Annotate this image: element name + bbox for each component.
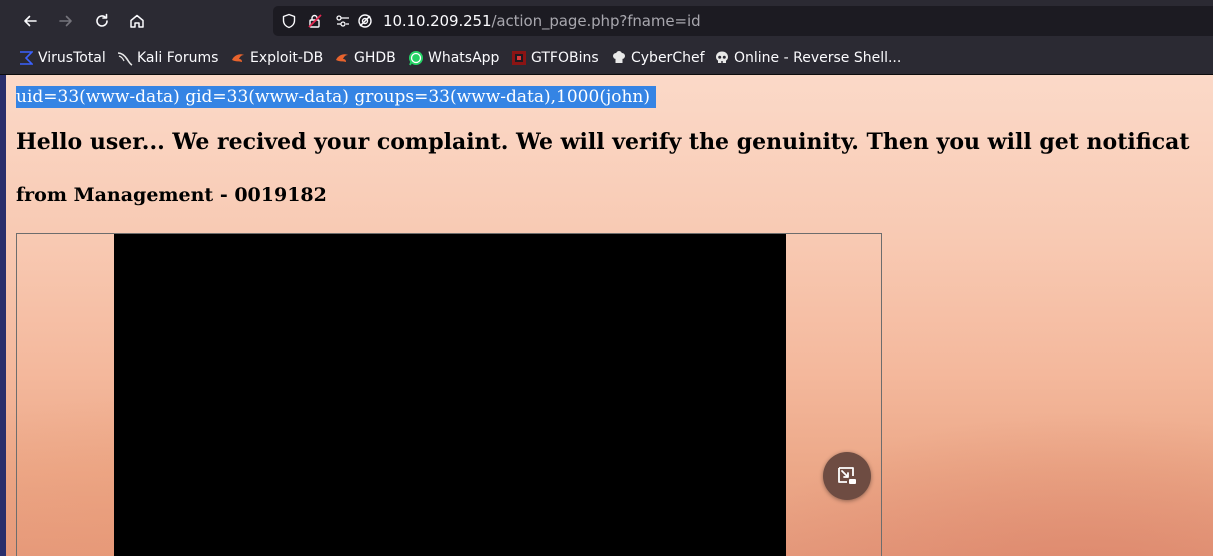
back-button[interactable]: [17, 8, 43, 34]
bookmark-label: Online - Reverse Shell...: [734, 50, 902, 66]
cyberchef-icon: [611, 50, 627, 66]
reload-icon: [96, 13, 108, 27]
management-signature: from Management - 0019182: [16, 184, 327, 206]
url-text[interactable]: 10.10.209.251/action_page.php?fname=id: [383, 12, 701, 30]
bookmarks-toolbar: VirusTotal Kali Forums Exploit-DB GHDB W…: [0, 42, 1213, 75]
bookmark-label: VirusTotal: [38, 50, 106, 66]
exploitdb-icon: [230, 50, 246, 66]
arrow-right-icon: [59, 15, 72, 27]
shield-icon[interactable]: [281, 13, 297, 29]
home-button[interactable]: [124, 8, 150, 34]
skull-icon: [714, 50, 730, 66]
bookmark-ghdb[interactable]: GHDB: [334, 48, 396, 68]
arrow-left-icon: [24, 15, 37, 27]
bookmark-exploit-db[interactable]: Exploit-DB: [230, 48, 323, 68]
bookmark-label: CyberChef: [631, 50, 705, 66]
video-frame[interactable]: [16, 233, 882, 556]
gtfobins-icon: [511, 50, 527, 66]
picture-in-picture-icon: [838, 467, 856, 484]
whatsapp-icon: [408, 50, 424, 66]
ghdb-icon: [334, 50, 350, 66]
browser-toolbar: 10.10.209.251/action_page.php?fname=id: [0, 0, 1213, 42]
reload-button[interactable]: [89, 8, 115, 34]
bookmark-gtfobins[interactable]: GTFOBins: [511, 48, 599, 68]
url-bar[interactable]: 10.10.209.251/action_page.php?fname=id: [273, 6, 1213, 36]
bookmark-label: GHDB: [354, 50, 396, 66]
lock-warning-icon[interactable]: [307, 13, 323, 29]
bookmark-label: Kali Forums: [137, 50, 219, 66]
page-content: uid=33(www-data) gid=33(www-data) groups…: [6, 75, 1213, 556]
virustotal-icon: [18, 50, 34, 66]
url-host: 10.10.209.251: [383, 12, 492, 30]
bookmark-virustotal[interactable]: VirusTotal: [18, 48, 106, 68]
bookmark-cyberchef[interactable]: CyberChef: [611, 48, 705, 68]
kali-dragon-icon: [117, 50, 133, 66]
forward-button[interactable]: [53, 8, 79, 34]
permissions-icon[interactable]: [335, 13, 351, 29]
picture-in-picture-button[interactable]: [823, 452, 871, 500]
tracking-disabled-icon[interactable]: [357, 13, 373, 29]
url-path: /action_page.php?fname=id: [491, 12, 701, 30]
home-icon: [130, 14, 144, 28]
bookmark-label: Exploit-DB: [250, 50, 324, 66]
bookmark-label: WhatsApp: [428, 50, 500, 66]
video-player[interactable]: [114, 234, 786, 556]
bookmark-reverse-shell[interactable]: Online - Reverse Shell...: [714, 48, 901, 68]
bookmark-whatsapp[interactable]: WhatsApp: [408, 48, 499, 68]
command-output-selected[interactable]: uid=33(www-data) gid=33(www-data) groups…: [16, 86, 656, 108]
bookmark-label: GTFOBins: [531, 50, 599, 66]
bookmark-kali-forums[interactable]: Kali Forums: [117, 48, 218, 68]
complaint-message: Hello user... We recived your complaint.…: [16, 129, 1190, 155]
